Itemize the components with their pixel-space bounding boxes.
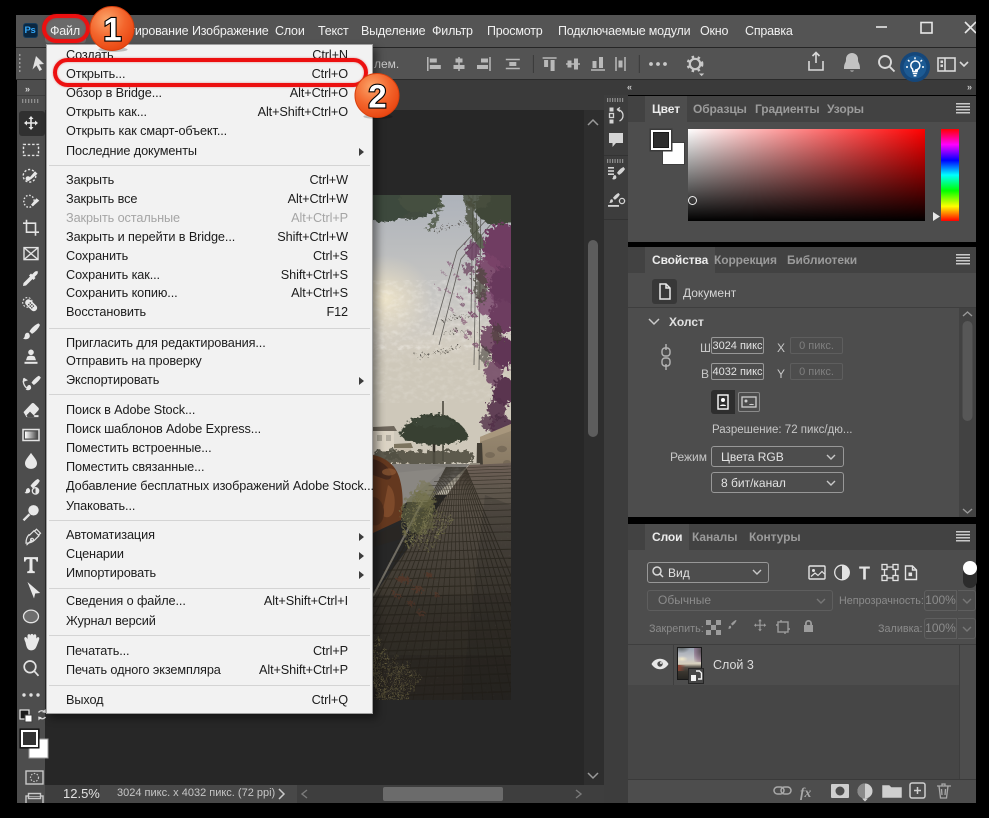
svg-text:»: » <box>25 84 30 94</box>
svg-text:T: T <box>859 564 870 584</box>
svg-text:лем.: лем. <box>374 57 399 71</box>
svg-text:1: 1 <box>103 11 121 48</box>
svg-text:2: 2 <box>368 78 386 115</box>
svg-text:fx: fx <box>800 785 811 800</box>
